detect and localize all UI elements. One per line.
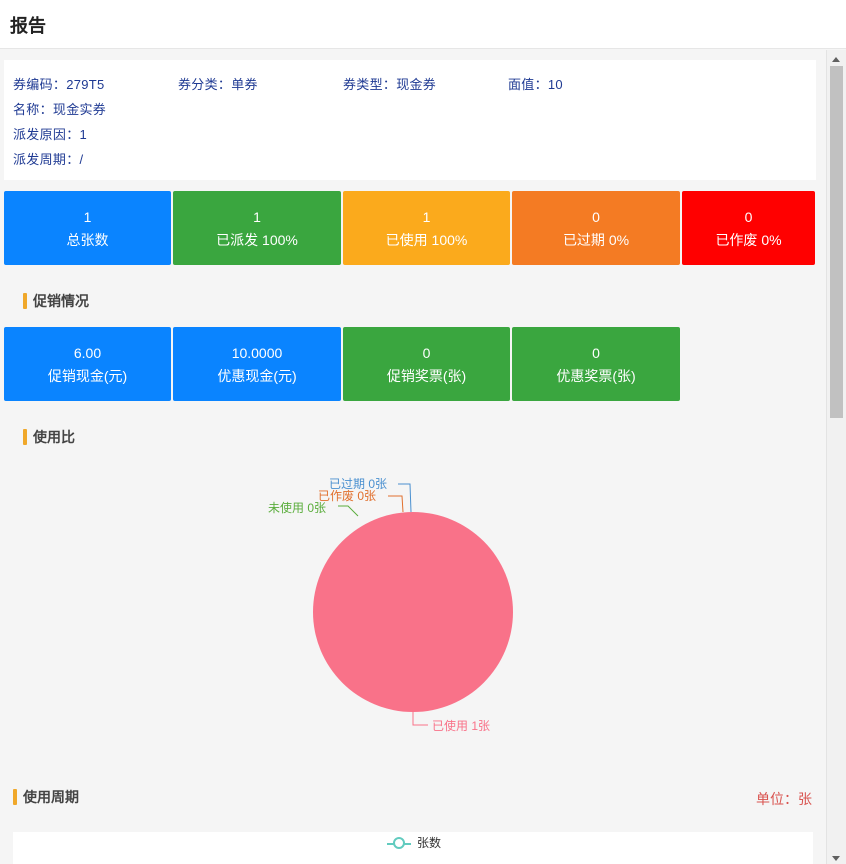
stat-total-label: 总张数 xyxy=(66,232,109,248)
coupon-code: 券编码：279T5 xyxy=(13,77,105,92)
coupon-category: 券分类：单券 xyxy=(178,77,258,92)
stat-used-value: 1 xyxy=(422,209,431,225)
cycle-section-title: 使用周期 xyxy=(13,789,79,805)
scroll-down-arrow-icon[interactable] xyxy=(832,856,840,861)
discount-cash-value: 10.0000 xyxy=(231,345,283,361)
promo-section-title: 促销情况 xyxy=(23,293,89,309)
line-legend-icon xyxy=(387,836,411,850)
issue-reason: 派发原因：1 xyxy=(13,127,88,142)
stat-total: 1 总张数 xyxy=(4,191,171,265)
scrollbar-thumb[interactable] xyxy=(830,66,843,418)
scroll-up-arrow-icon[interactable] xyxy=(832,57,840,62)
stat-used-label: 已使用 100% xyxy=(385,232,468,248)
stat-total-value: 1 xyxy=(83,209,92,225)
cycle-legend[interactable]: 张数 xyxy=(387,834,441,851)
promo-ticket-value: 0 xyxy=(422,345,431,361)
usage-pie-svg xyxy=(313,483,513,726)
usage-section-title: 使用比 xyxy=(23,429,75,445)
stat-issued-value: 1 xyxy=(253,209,261,225)
stat-expired: 0 已过期 0% xyxy=(512,191,680,265)
discount-cash-label: 优惠现金(元) xyxy=(217,368,297,384)
pie-label-expired: 已过期 0张 xyxy=(329,477,388,491)
promo-cash-value: 6.00 xyxy=(73,345,102,361)
stat-issued: 1 已派发 100% xyxy=(173,191,341,265)
discount-ticket-label: 优惠奖票(张) xyxy=(556,368,636,384)
cycle-chart-card: 张数 xyxy=(13,832,813,864)
stat-used: 1 已使用 100% xyxy=(343,191,510,265)
stat-expired-label: 已过期 0% xyxy=(562,232,630,248)
promo-ticket: 0 促销奖票(张) xyxy=(343,327,510,401)
pie-slice-used[interactable] xyxy=(313,512,513,712)
unit-label: 单位：张 xyxy=(756,791,812,807)
promo-cash-label: 促销现金(元) xyxy=(47,368,128,384)
report-content: 券编码：279T5 券分类：单券 券类型：现金券 面值：10 名称：现金实券 派… xyxy=(0,50,826,864)
stat-voided-label: 已作废 0% xyxy=(715,232,782,248)
coupon-face-value: 面值：10 xyxy=(508,77,563,92)
stat-voided-value: 0 xyxy=(744,209,753,225)
stat-voided: 0 已作废 0% xyxy=(682,191,815,265)
cycle-legend-label: 张数 xyxy=(417,836,442,850)
coupon-type: 券类型：现金券 xyxy=(343,77,437,92)
discount-ticket: 0 优惠奖票(张) xyxy=(512,327,680,401)
pie-leader-expired xyxy=(398,483,412,513)
discount-cash: 10.0000 优惠现金(元) xyxy=(173,327,341,401)
pie-label-used: 已使用 1张 xyxy=(432,719,491,733)
pie-leader-voided xyxy=(388,495,404,513)
usage-pie-chart: 已使用 1张 未使用 0张 已作废 0张 已过期 0张 xyxy=(0,460,826,780)
header-bar: 报告 xyxy=(0,0,846,49)
coupon-name: 名称：现金实券 xyxy=(13,102,107,117)
stat-issued-label: 已派发 100% xyxy=(216,232,298,248)
page-title: 报告 xyxy=(10,16,46,36)
promo-ticket-label: 促销奖票(张) xyxy=(386,368,467,384)
pie-leader-used xyxy=(412,712,428,726)
discount-ticket-value: 0 xyxy=(592,345,600,361)
coupon-info-card: 券编码：279T5 券分类：单券 券类型：现金券 面值：10 名称：现金实券 派… xyxy=(4,60,816,180)
pie-leader-unused xyxy=(338,505,359,517)
stat-expired-value: 0 xyxy=(592,209,600,225)
vertical-scrollbar[interactable] xyxy=(826,50,846,864)
promo-cash: 6.00 促销现金(元) xyxy=(4,327,171,401)
issue-period: 派发周期：/ xyxy=(13,152,84,167)
